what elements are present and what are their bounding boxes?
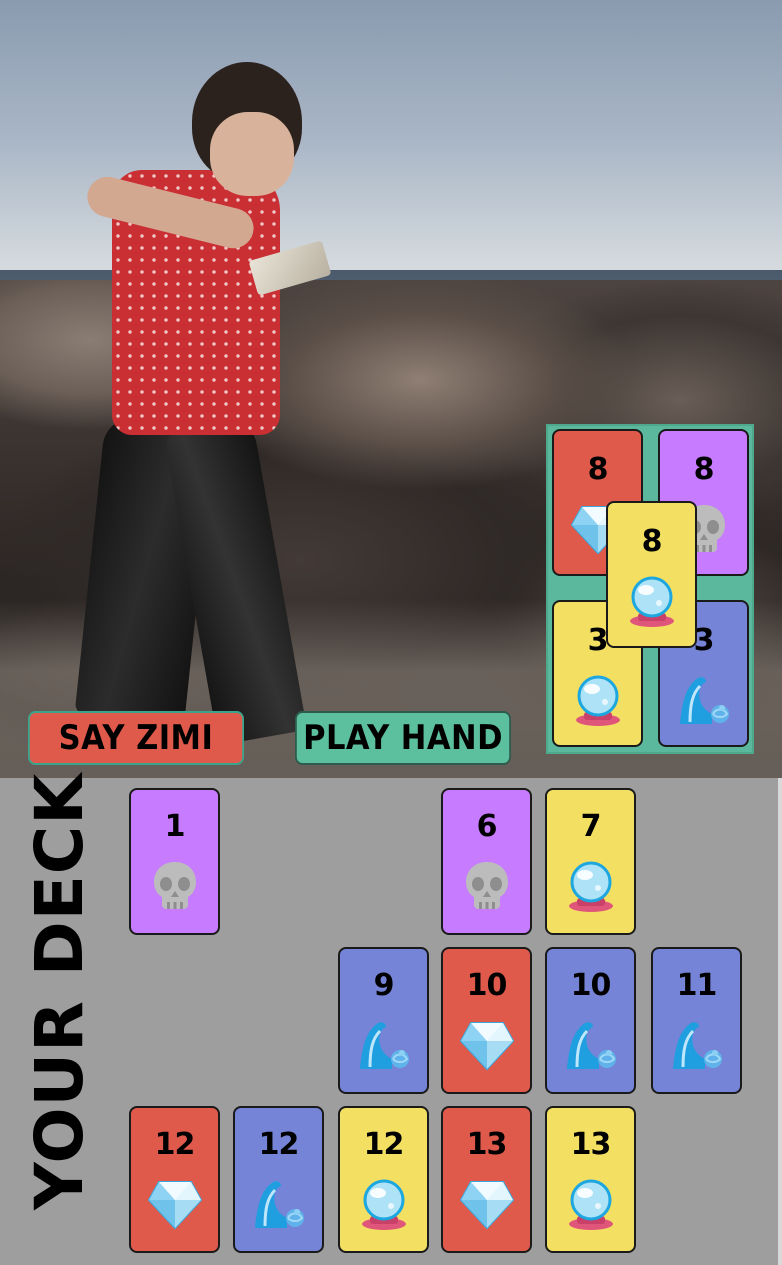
card-purple-6[interactable]: 6	[441, 788, 532, 935]
crystal-ball-icon	[563, 858, 619, 914]
diamond-icon	[147, 1176, 203, 1232]
card-value: 13	[466, 1127, 508, 1162]
deck-label: YOUR DECK	[21, 772, 98, 1210]
child-figure-face	[210, 112, 294, 196]
card-value: 9	[373, 968, 395, 1003]
card-value: 8	[587, 452, 609, 487]
say-zimi-button[interactable]: SAY ZIMI	[28, 711, 244, 765]
card-blue-12[interactable]: 12	[233, 1106, 324, 1253]
crystal-ball-icon	[570, 672, 626, 728]
crystal-ball-icon	[624, 573, 680, 629]
card-blue-11[interactable]: 11	[651, 947, 742, 1094]
card-blue-9[interactable]: 9	[338, 947, 429, 1094]
card-yellow-12[interactable]: 12	[338, 1106, 429, 1253]
card-value: 3	[587, 623, 609, 658]
card-red-13[interactable]: 13	[441, 1106, 532, 1253]
card-value: 7	[580, 809, 602, 844]
card-red-10[interactable]: 10	[441, 947, 532, 1094]
deck-edge	[778, 778, 782, 1265]
card-value: 11	[676, 968, 718, 1003]
play-hand-button[interactable]: PLAY HAND	[295, 711, 511, 765]
crystal-ball-icon	[356, 1176, 412, 1232]
card-red-12[interactable]: 12	[129, 1106, 220, 1253]
card-value: 6	[476, 809, 498, 844]
wave-icon	[356, 1017, 412, 1073]
skull-icon	[147, 858, 203, 914]
card-value: 8	[693, 452, 715, 487]
card-value: 12	[154, 1127, 196, 1162]
card-value: 10	[466, 968, 508, 1003]
card-value: 10	[570, 968, 612, 1003]
diamond-icon	[459, 1017, 515, 1073]
card-yellow-8[interactable]: 8	[606, 501, 697, 648]
wave-icon	[669, 1017, 725, 1073]
diamond-icon	[459, 1176, 515, 1232]
card-yellow-13[interactable]: 13	[545, 1106, 636, 1253]
crystal-ball-icon	[563, 1176, 619, 1232]
skull-icon	[459, 858, 515, 914]
card-yellow-7[interactable]: 7	[545, 788, 636, 935]
card-value: 8	[641, 524, 663, 559]
wave-icon	[563, 1017, 619, 1073]
card-purple-1[interactable]: 1	[129, 788, 220, 935]
card-blue-10[interactable]: 10	[545, 947, 636, 1094]
wave-icon	[676, 672, 732, 728]
card-value: 12	[258, 1127, 300, 1162]
card-value: 1	[164, 809, 186, 844]
wave-icon	[251, 1176, 307, 1232]
card-value: 13	[570, 1127, 612, 1162]
card-value: 12	[363, 1127, 405, 1162]
